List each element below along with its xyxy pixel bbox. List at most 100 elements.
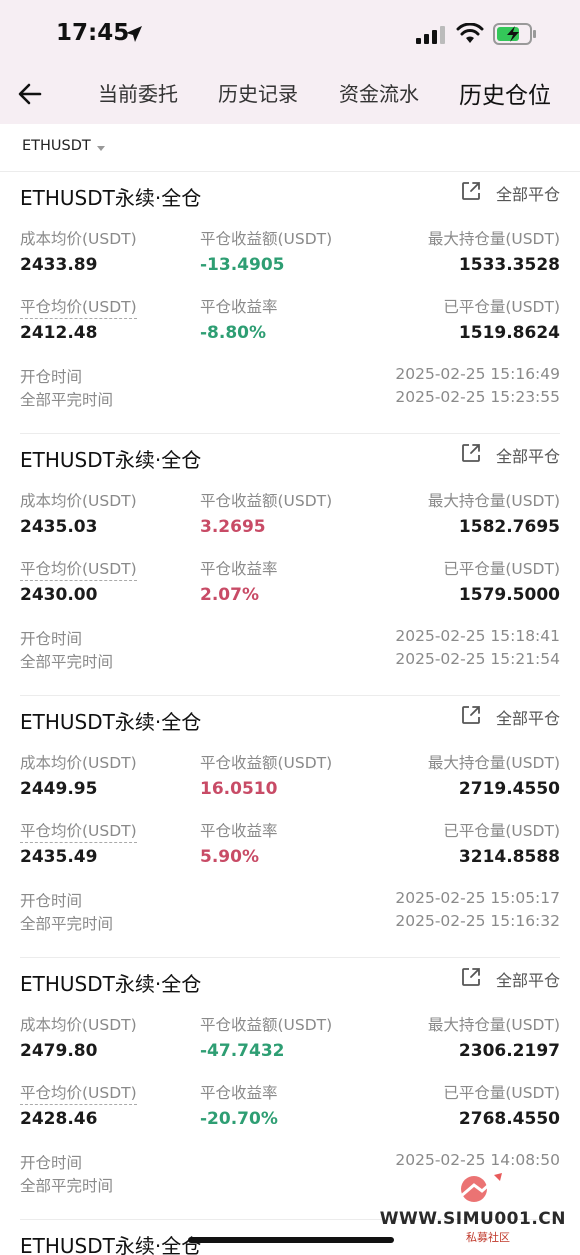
avg-cost-value: 2433.89 xyxy=(20,255,98,275)
pnl-rate-value: -20.70% xyxy=(200,1109,278,1129)
closed-qty-label: 已平仓量(USDT) xyxy=(443,822,560,840)
open-time-value: 2025-02-25 15:18:41 xyxy=(395,627,560,645)
position-card: ETHUSDT永续·全仓 全部平仓成本均价(USDT) 平仓收益额(USDT) 最大持… xyxy=(20,172,560,434)
avg-cost-label: 成本均价(USDT) xyxy=(20,492,137,510)
full-close-time-value: 2025-02-25 15:21:54 xyxy=(395,650,560,668)
close-avg-label[interactable]: 平仓均价(USDT) xyxy=(20,819,137,843)
close-avg-label[interactable]: 平仓均价(USDT) xyxy=(20,557,137,581)
max-position-label: 最大持仓量(USDT) xyxy=(427,1016,560,1034)
location-arrow-icon xyxy=(126,26,142,42)
realized-pnl-value: 3.2695 xyxy=(200,517,266,537)
external-link-icon xyxy=(462,444,480,462)
position-card: ETHUSDT永续·全仓 全部平仓成本均价(USDT) 平仓收益额(USDT) 最大持… xyxy=(20,696,560,958)
position-title: ETHUSDT永续·全仓 xyxy=(20,710,202,734)
position-title: ETHUSDT永续·全仓 xyxy=(20,1234,202,1255)
full-close-time-label: 全部平完时间 xyxy=(20,915,114,933)
max-position-value: 1582.7695 xyxy=(458,517,560,537)
closed-qty-label: 已平仓量(USDT) xyxy=(443,298,560,316)
watermark-url: WWW.SIMU001.CN xyxy=(379,1209,566,1229)
realized-pnl-value: 16.0510 xyxy=(200,779,278,799)
symbol-filter[interactable]: ETHUSDT xyxy=(0,124,580,172)
position-title: ETHUSDT永续·全仓 xyxy=(20,972,202,996)
avg-cost-value: 2479.80 xyxy=(20,1041,98,1061)
tab-current-orders[interactable]: 当前委托 xyxy=(98,78,178,107)
closed-qty-value: 1579.5000 xyxy=(458,585,560,605)
max-position-value: 2719.4550 xyxy=(458,779,560,799)
max-position-value: 1533.3528 xyxy=(458,255,560,275)
tab-history-records[interactable]: 历史记录 xyxy=(218,78,298,107)
open-time-label: 开仓时间 xyxy=(20,1154,83,1172)
external-link-icon xyxy=(462,968,480,986)
close-all-label: 全部平仓 xyxy=(495,971,560,990)
pnl-rate-value: 5.90% xyxy=(200,847,259,867)
close-avg-label[interactable]: 平仓均价(USDT) xyxy=(20,1081,137,1105)
pnl-rate-label: 平仓收益率 xyxy=(200,560,278,578)
closed-qty-value: 3214.8588 xyxy=(458,847,560,867)
full-close-time-value: 2025-02-25 15:23:55 xyxy=(395,388,560,406)
open-time-value: 2025-02-25 15:05:17 xyxy=(395,889,560,907)
realized-pnl-value: -13.4905 xyxy=(200,255,285,275)
closed-qty-label: 已平仓量(USDT) xyxy=(443,560,560,578)
avg-cost-label: 成本均价(USDT) xyxy=(20,230,137,248)
position-list: ETHUSDT永续·全仓 全部平仓 成本均价(USDT) 平仓收益额(USDT) 最大持… xyxy=(0,172,580,1255)
close-all-button[interactable]: 全部平仓 xyxy=(450,966,560,990)
symbol-filter-label[interactable]: ETHUSDT xyxy=(22,138,91,154)
dropdown-caret-icon[interactable] xyxy=(97,146,105,151)
full-close-time-label: 全部平完时间 xyxy=(20,653,114,671)
pnl-rate-value: -8.80% xyxy=(200,323,267,343)
max-position-label: 最大持仓量(USDT) xyxy=(427,754,560,772)
realized-pnl-label: 平仓收益额(USDT) xyxy=(200,754,333,772)
max-position-label: 最大持仓量(USDT) xyxy=(427,492,560,510)
closed-qty-label: 已平仓量(USDT) xyxy=(443,1084,560,1102)
close-all-label: 全部平仓 xyxy=(495,185,560,204)
battery-charging-icon xyxy=(493,23,536,45)
tab-history-positions[interactable]: 历史仓位 xyxy=(459,76,551,110)
close-all-button[interactable]: 全部平仓 xyxy=(450,704,560,728)
full-close-time-label: 全部平完时间 xyxy=(20,391,114,409)
close-avg-value: 2430.00 xyxy=(20,585,98,605)
external-link-icon xyxy=(462,706,480,724)
avg-cost-value: 2435.03 xyxy=(20,517,98,537)
avg-cost-label: 成本均价(USDT) xyxy=(20,1016,137,1034)
pnl-rate-label: 平仓收益率 xyxy=(200,1084,278,1102)
watermark-subtitle: 私募社区 xyxy=(466,1231,510,1244)
close-avg-value: 2412.48 xyxy=(20,323,98,343)
pnl-rate-label: 平仓收益率 xyxy=(200,298,278,316)
tab-bar: 当前委托 历史记录 资金流水 历史仓位 xyxy=(0,78,580,112)
position-title: ETHUSDT永续·全仓 xyxy=(20,448,202,472)
closed-qty-value: 1519.8624 xyxy=(458,323,560,343)
watermark: WWW.SIMU001.CN 私募社区 xyxy=(380,1169,572,1247)
pnl-rate-value: 2.07% xyxy=(200,585,259,605)
status-time: 17:45 xyxy=(56,20,130,46)
full-close-time-label: 全部平完时间 xyxy=(20,1177,114,1195)
close-avg-label[interactable]: 平仓均价(USDT) xyxy=(20,295,137,319)
open-time-label: 开仓时间 xyxy=(20,368,83,386)
close-all-label: 全部平仓 xyxy=(495,709,560,728)
tab-fund-flow[interactable]: 资金流水 xyxy=(339,78,419,107)
close-avg-value: 2435.49 xyxy=(20,847,98,867)
realized-pnl-label: 平仓收益额(USDT) xyxy=(200,492,333,510)
max-position-value: 2306.2197 xyxy=(458,1041,560,1061)
open-time-value: 2025-02-25 14:08:50 xyxy=(395,1151,560,1169)
open-time-label: 开仓时间 xyxy=(20,892,83,910)
avg-cost-value: 2449.95 xyxy=(20,779,98,799)
realized-pnl-label: 平仓收益额(USDT) xyxy=(200,1016,333,1034)
realized-pnl-value: -47.7432 xyxy=(200,1041,285,1061)
app-header: 17:45 当前委托 历史记录 资金流水 历史仓位 xyxy=(0,0,580,124)
close-avg-value: 2428.46 xyxy=(20,1109,98,1129)
home-indicator xyxy=(188,1237,394,1243)
open-time-label: 开仓时间 xyxy=(20,630,83,648)
avg-cost-label: 成本均价(USDT) xyxy=(20,754,137,772)
external-link-icon xyxy=(462,182,480,200)
max-position-label: 最大持仓量(USDT) xyxy=(427,230,560,248)
close-all-button[interactable]: 全部平仓 xyxy=(450,442,560,466)
position-title: ETHUSDT永续·全仓 xyxy=(20,186,202,210)
full-close-time-value: 2025-02-25 15:16:32 xyxy=(395,912,560,930)
open-time-value: 2025-02-25 15:16:49 xyxy=(395,365,560,383)
wifi-icon xyxy=(456,23,484,43)
realized-pnl-label: 平仓收益额(USDT) xyxy=(200,230,333,248)
close-all-button[interactable]: 全部平仓 xyxy=(450,180,560,204)
closed-qty-value: 2768.4550 xyxy=(458,1109,560,1129)
pnl-rate-label: 平仓收益率 xyxy=(200,822,278,840)
position-card: ETHUSDT永续·全仓 全部平仓成本均价(USDT) 平仓收益额(USDT) 最大持… xyxy=(20,434,560,696)
